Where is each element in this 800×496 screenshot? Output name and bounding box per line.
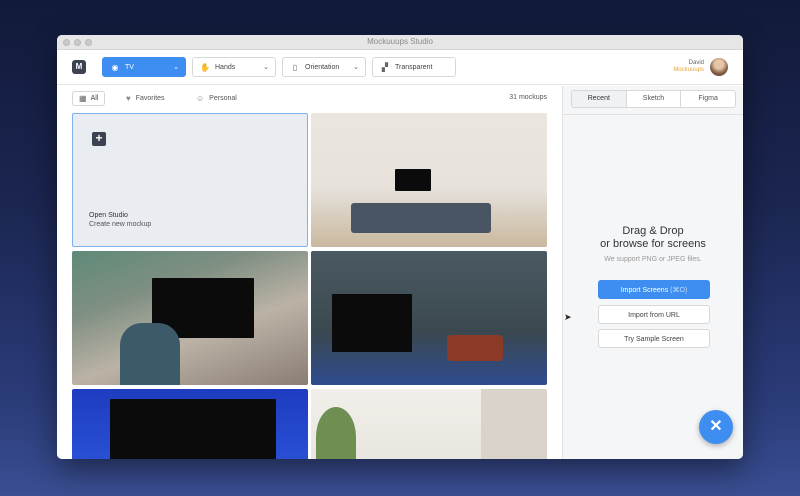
screens-panel: Recent Sketch Figma Drag & Drop or brows…: [562, 86, 743, 459]
hands-dropdown[interactable]: ✋ Hands ⌄: [192, 57, 276, 77]
tab-figma[interactable]: Figma: [681, 91, 735, 107]
heart-icon: ♥: [126, 94, 131, 103]
sample-screen-button[interactable]: Try Sample Screen: [598, 329, 710, 348]
source-tabs: Recent Sketch Figma: [571, 90, 736, 108]
format-note: We support PNG or JPEG files.: [604, 256, 702, 263]
import-screens-button[interactable]: Import Screens (⌘O): [598, 280, 710, 299]
avatar[interactable]: [710, 58, 728, 76]
user-info[interactable]: David Mockuuups: [673, 60, 704, 74]
chevron-down-icon: ⌄: [263, 64, 269, 71]
background-label: Transparent: [395, 63, 433, 71]
mouse-cursor-icon: ➤: [564, 312, 572, 322]
mockup-thumbnail[interactable]: [311, 113, 547, 247]
filter-favorites-label: Favorites: [135, 95, 165, 102]
plant: [316, 407, 356, 459]
panel-divider: [563, 114, 743, 115]
filter-all-label: All: [90, 95, 99, 102]
user-company: Mockuuups: [673, 67, 704, 73]
app-logo[interactable]: M: [72, 60, 86, 74]
tv-screen: [110, 399, 276, 459]
device-dropdown[interactable]: ◉ TV ⌄: [102, 57, 186, 77]
hands-label: Hands: [215, 63, 236, 71]
toolbar: M ◉ TV ⌄ ✋ Hands ⌄ ▯ Orientation ⌄ ▞ Tra…: [57, 50, 743, 85]
user-icon: ☺: [196, 94, 205, 103]
filter-bar: ▦ All ♥ Favorites ☺ Personal 31 mockups: [57, 86, 562, 112]
sofa: [351, 203, 491, 233]
tv-screen: [332, 294, 412, 352]
mockup-thumbnail[interactable]: [72, 389, 308, 459]
grid-icon: ▦: [79, 94, 87, 103]
background-dropdown[interactable]: ▞ Transparent: [372, 57, 456, 77]
drop-zone-heading[interactable]: Drag & Drop or browse for screens: [563, 225, 743, 251]
app-window: Mockuuups Studio M ◉ TV ⌄ ✋ Hands ⌄ ▯ Or…: [57, 35, 743, 459]
filter-personal[interactable]: ☺ Personal: [196, 94, 237, 103]
filter-personal-label: Personal: [209, 95, 237, 102]
title-bar: Mockuuups Studio: [57, 35, 743, 50]
new-card-subtitle: Create new mockup: [89, 221, 152, 228]
orientation-dropdown[interactable]: ▯ Orientation ⌄: [282, 57, 366, 77]
mockup-thumbnail[interactable]: [72, 251, 308, 385]
mockup-grid: + Open Studio Create new mockup: [72, 113, 547, 459]
user-name: David: [688, 60, 704, 66]
new-mockup-card[interactable]: + Open Studio Create new mockup: [72, 113, 308, 247]
chevron-down-icon: ⌄: [353, 64, 359, 71]
hand-icon: ✋: [200, 62, 210, 72]
device-label: TV: [125, 63, 134, 71]
new-card-title: Open Studio: [89, 212, 128, 219]
import-url-button[interactable]: Import from URL: [598, 305, 710, 324]
import-label: Import Screens: [620, 287, 669, 294]
phone-portrait-icon: ▯: [292, 62, 298, 72]
filter-favorites[interactable]: ♥ Favorites: [126, 94, 165, 103]
drop-line-2: or browse for screens: [600, 238, 706, 250]
person-figure: [120, 323, 180, 385]
window-frame: [481, 389, 547, 459]
mockup-thumbnail[interactable]: [311, 251, 547, 385]
filter-all[interactable]: ▦ All: [72, 91, 106, 106]
mockup-count: 31 mockups: [509, 94, 547, 101]
tv-icon: ◉: [111, 62, 119, 72]
armchair: [447, 335, 503, 361]
transparent-checker-icon: ▞: [381, 62, 389, 72]
tab-recent[interactable]: Recent: [572, 91, 627, 107]
drop-line-1: Drag & Drop: [622, 225, 684, 237]
tab-sketch[interactable]: Sketch: [627, 91, 682, 107]
plus-icon: +: [92, 132, 106, 146]
mockup-browser: ▦ All ♥ Favorites ☺ Personal 31 mockups …: [57, 86, 562, 459]
tv-screen: [395, 169, 431, 191]
window-title: Mockuuups Studio: [367, 37, 433, 46]
orientation-label: Orientation: [305, 63, 340, 71]
mockup-thumbnail[interactable]: [311, 389, 547, 459]
chevron-down-icon: ⌄: [173, 64, 179, 71]
import-shortcut: (⌘O): [670, 287, 688, 294]
close-icon[interactable]: ✕: [699, 410, 733, 444]
